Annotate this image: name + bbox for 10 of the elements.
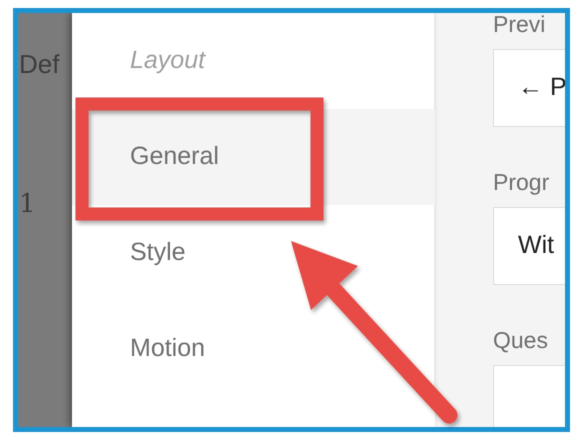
menu-item[interactable]: General: [72, 109, 435, 205]
menu-heading: Layout: [72, 13, 435, 109]
field-label: Previ: [493, 13, 546, 39]
input-field[interactable]: Wit: [493, 207, 565, 285]
field-label: Ques: [493, 326, 549, 355]
menu-item[interactable]: Motion: [72, 301, 435, 397]
panel-text: Def: [18, 48, 60, 80]
panel-text: 1: [18, 188, 37, 220]
field-label: Progr: [493, 168, 550, 197]
input-field[interactable]: ← P: [493, 49, 565, 127]
